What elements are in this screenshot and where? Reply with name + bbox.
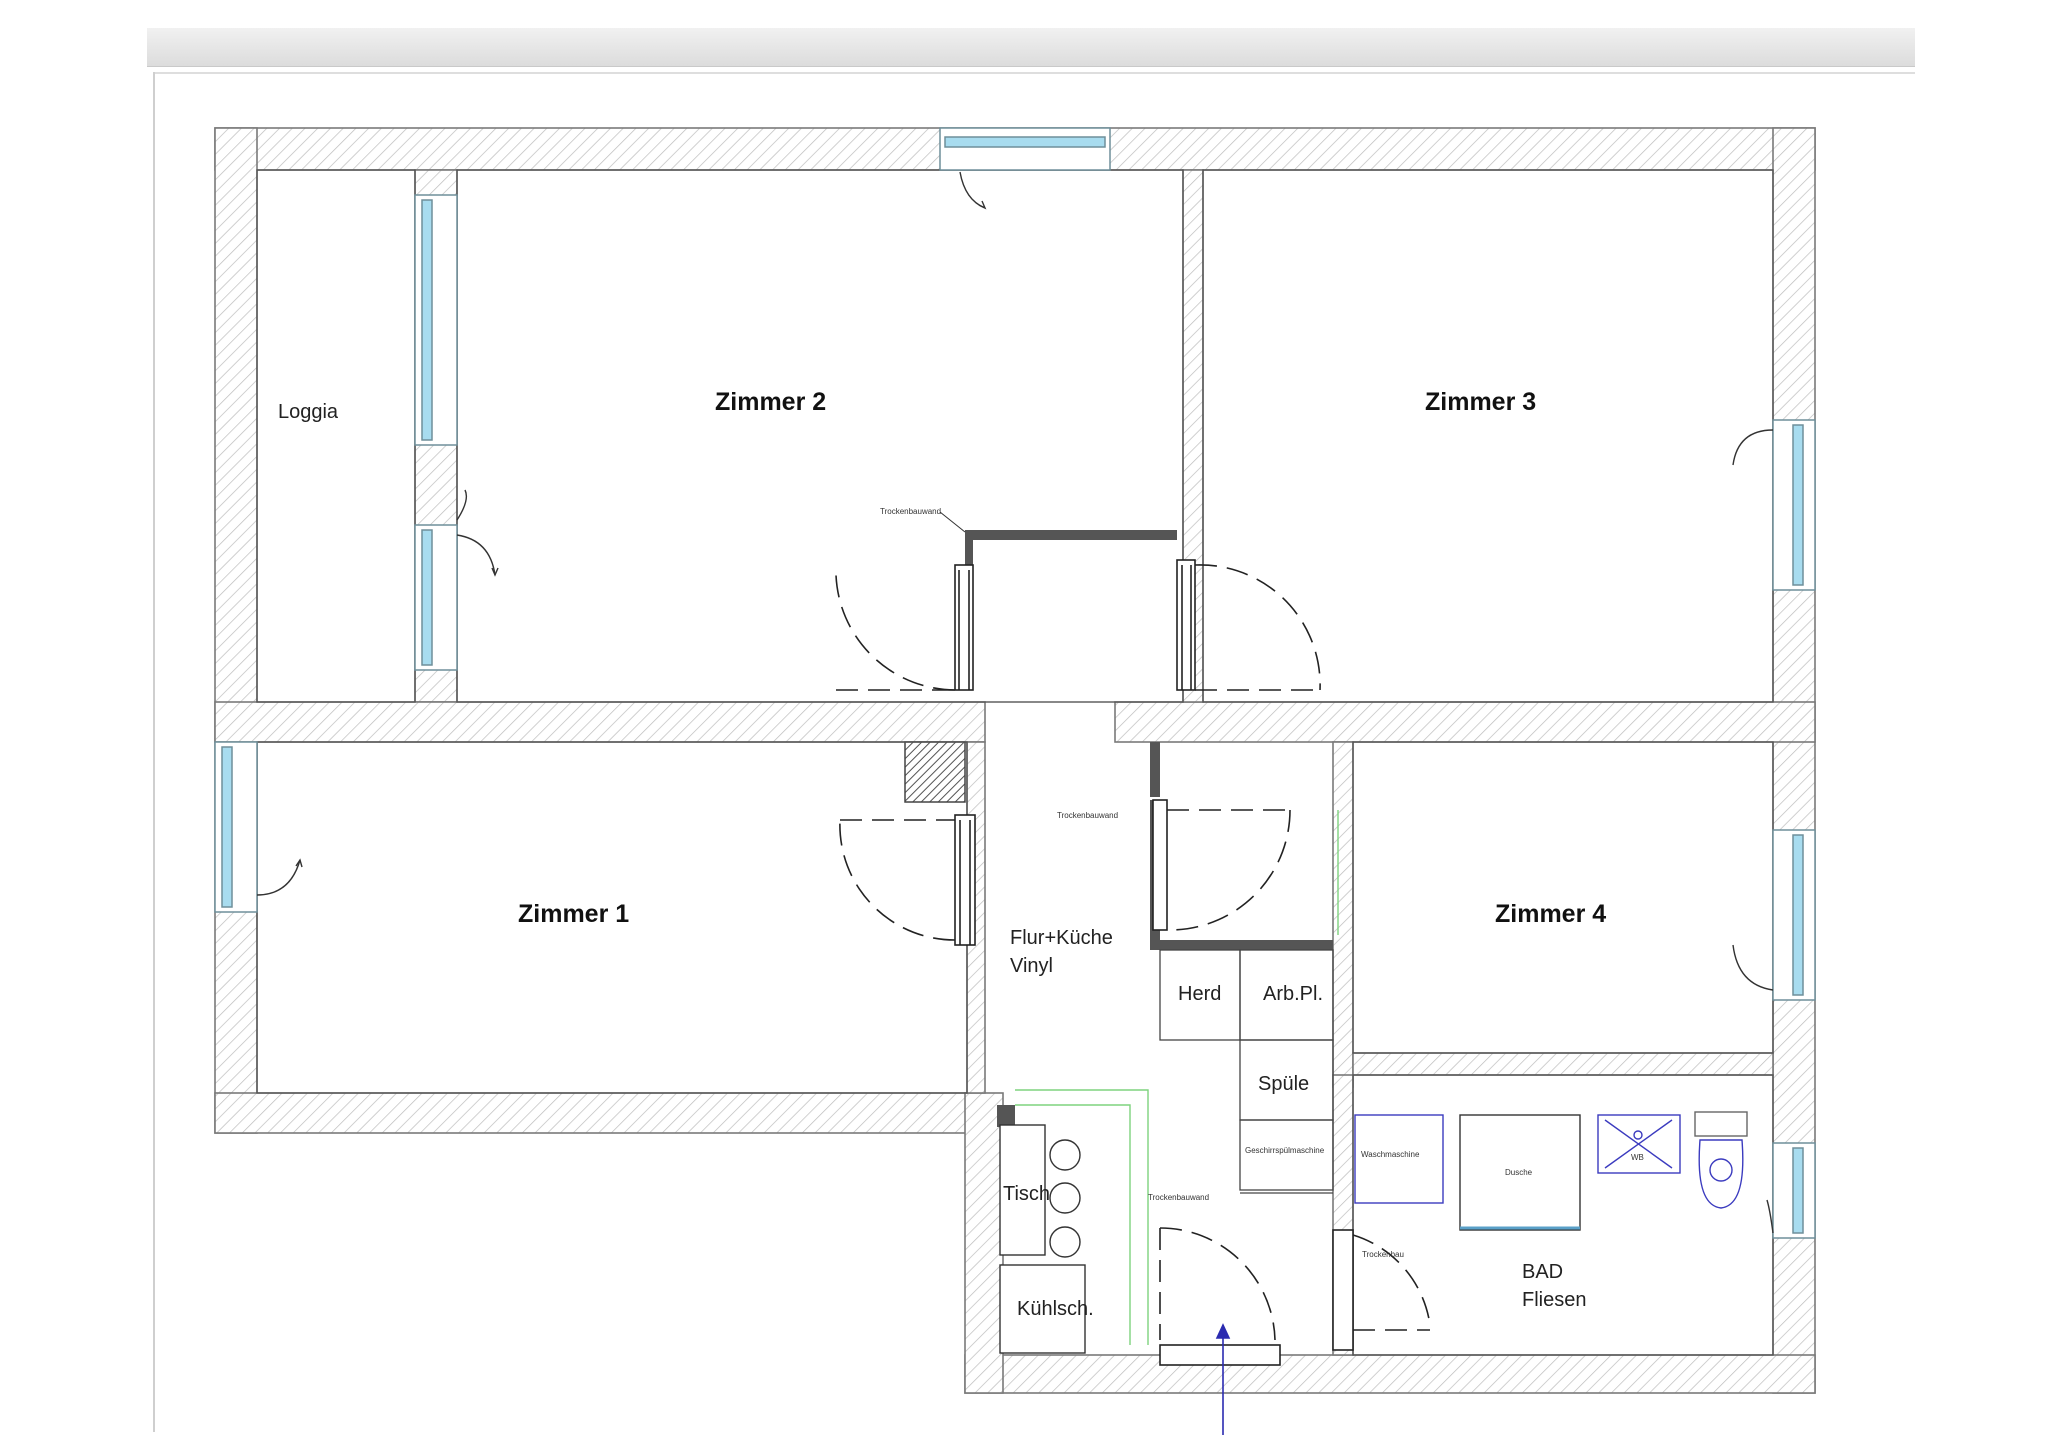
outer-wall-bottom-right bbox=[964, 1354, 1816, 1394]
label-spuele: Spüle bbox=[1258, 1073, 1309, 1095]
label-zimmer1: Zimmer 1 bbox=[518, 900, 629, 928]
drywall-kitchen-top bbox=[1150, 940, 1333, 950]
label-tisch: Tisch bbox=[1003, 1183, 1050, 1205]
label-waschmaschine: Waschmaschine bbox=[1361, 1150, 1420, 1159]
label-bad-2: Fliesen bbox=[1522, 1289, 1586, 1311]
door-entry bbox=[1159, 1344, 1281, 1366]
mid-wall-left bbox=[214, 701, 986, 743]
door-bad bbox=[1332, 1229, 1354, 1351]
label-flur-1: Flur+Küche bbox=[1010, 927, 1113, 949]
annotation-leader-top bbox=[939, 511, 966, 533]
label-herd: Herd bbox=[1178, 983, 1221, 1005]
outer-wall-bottom-left bbox=[214, 1092, 973, 1134]
label-wb: WB bbox=[1631, 1153, 1644, 1162]
drywall-top bbox=[965, 530, 1177, 540]
label-arbeitsplatte: Arb.Pl. bbox=[1263, 983, 1323, 1005]
loggia-outline bbox=[256, 169, 416, 703]
chimney bbox=[904, 741, 966, 803]
chair-2 bbox=[1049, 1182, 1081, 1214]
label-flur-2: Vinyl bbox=[1010, 955, 1053, 977]
label-bad-1: BAD bbox=[1522, 1261, 1563, 1283]
zimmer3-outline bbox=[1202, 169, 1774, 703]
window-top-z2 bbox=[939, 127, 1111, 171]
floor-plan: Loggia Zimmer 2 Zimmer 3 Zimmer 1 Zimmer… bbox=[214, 127, 1816, 1435]
label-dusche: Dusche bbox=[1505, 1168, 1533, 1177]
outer-wall-left bbox=[214, 127, 258, 1134]
zimmer2-outline bbox=[456, 169, 1184, 703]
waschmaschine bbox=[1354, 1114, 1444, 1204]
toilet-tank bbox=[1694, 1111, 1748, 1137]
zimmer4-outline bbox=[1352, 741, 1774, 1054]
door-zimmer3 bbox=[1176, 559, 1196, 691]
annotation-trockenbau-bad: Trockenbau bbox=[1362, 1250, 1404, 1259]
label-geschirrspuelmaschine: Geschirrspülmaschine bbox=[1245, 1146, 1325, 1155]
annotation-trockenbauwand-mid: Trockenbauwand bbox=[1057, 811, 1118, 820]
door-zimmer2 bbox=[954, 564, 974, 691]
label-loggia: Loggia bbox=[278, 401, 339, 423]
bathroom-fixtures bbox=[1354, 1111, 1748, 1231]
chair-1 bbox=[1049, 1139, 1081, 1171]
door-zimmer1 bbox=[954, 814, 976, 946]
drywall-table bbox=[997, 1105, 1015, 1127]
bad-top-wall bbox=[1352, 1052, 1774, 1076]
annotation-trockenbauwand-low: Trockenbauwand bbox=[1148, 1193, 1209, 1202]
label-zimmer3: Zimmer 3 bbox=[1425, 388, 1536, 416]
step-wall bbox=[964, 1092, 1004, 1394]
annotation-trockenbauwand-top: Trockenbauwand bbox=[880, 507, 941, 516]
cabinet-geschirrspueler bbox=[1239, 1119, 1334, 1191]
chair-3 bbox=[1049, 1226, 1081, 1258]
drywall-lines bbox=[965, 530, 1333, 1127]
zimmer4-left-wall bbox=[1332, 741, 1354, 1088]
label-zimmer4: Zimmer 4 bbox=[1495, 900, 1606, 928]
label-kuehlschrank: Kühlsch. bbox=[1017, 1298, 1094, 1320]
drywall-kitchen-left bbox=[1150, 742, 1160, 797]
mid-wall-right bbox=[1114, 701, 1816, 743]
label-zimmer2: Zimmer 2 bbox=[715, 388, 826, 416]
door-kitchen bbox=[1152, 799, 1168, 931]
